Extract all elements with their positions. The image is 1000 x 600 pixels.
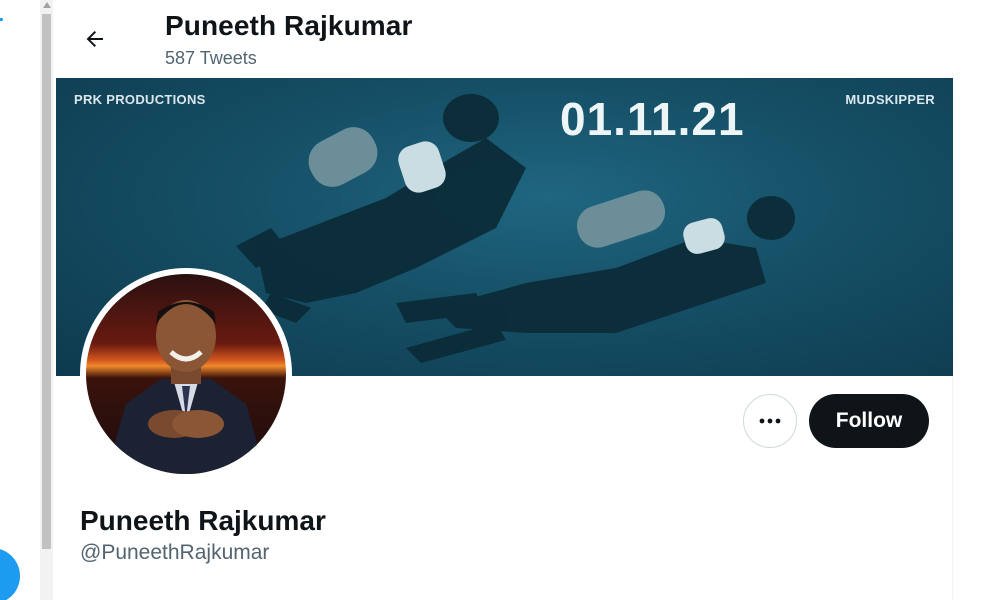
back-button[interactable] bbox=[76, 20, 114, 58]
profile-header: Puneeth Rajkumar 587 Tweets bbox=[56, 0, 953, 78]
profile-avatar[interactable] bbox=[80, 268, 292, 480]
banner-right-text: MUDSKIPPER bbox=[845, 92, 935, 107]
header-title: Puneeth Rajkumar bbox=[165, 10, 413, 41]
bio-text-cutoff bbox=[166, 594, 506, 600]
compose-tweet-button[interactable] bbox=[0, 548, 20, 600]
tweet-count: 587 Tweets bbox=[165, 48, 257, 68]
scroll-up-arrow-icon[interactable] bbox=[42, 2, 51, 8]
banner-left-text: PRK PRODUCTIONS bbox=[74, 92, 206, 107]
avatar-photo bbox=[86, 274, 286, 474]
more-options-button[interactable] bbox=[743, 394, 797, 448]
scrollbar[interactable] bbox=[40, 0, 53, 600]
follow-button[interactable]: Follow bbox=[809, 394, 929, 448]
banner-date-text: 01.11.21 bbox=[560, 93, 745, 145]
more-dots-icon bbox=[759, 418, 781, 424]
profile-name: Puneeth Rajkumar bbox=[80, 505, 326, 536]
profile-column: Puneeth Rajkumar 587 Tweets PRK PRODUCTI… bbox=[56, 0, 953, 600]
left-nav-strip bbox=[0, 0, 40, 600]
profile-handle: @PuneethRajkumar bbox=[80, 541, 270, 564]
avatar-person-illustration bbox=[106, 300, 266, 474]
back-arrow-icon bbox=[86, 31, 103, 47]
nav-edge-icon bbox=[0, 18, 3, 21]
scrollbar-thumb[interactable] bbox=[42, 14, 51, 549]
